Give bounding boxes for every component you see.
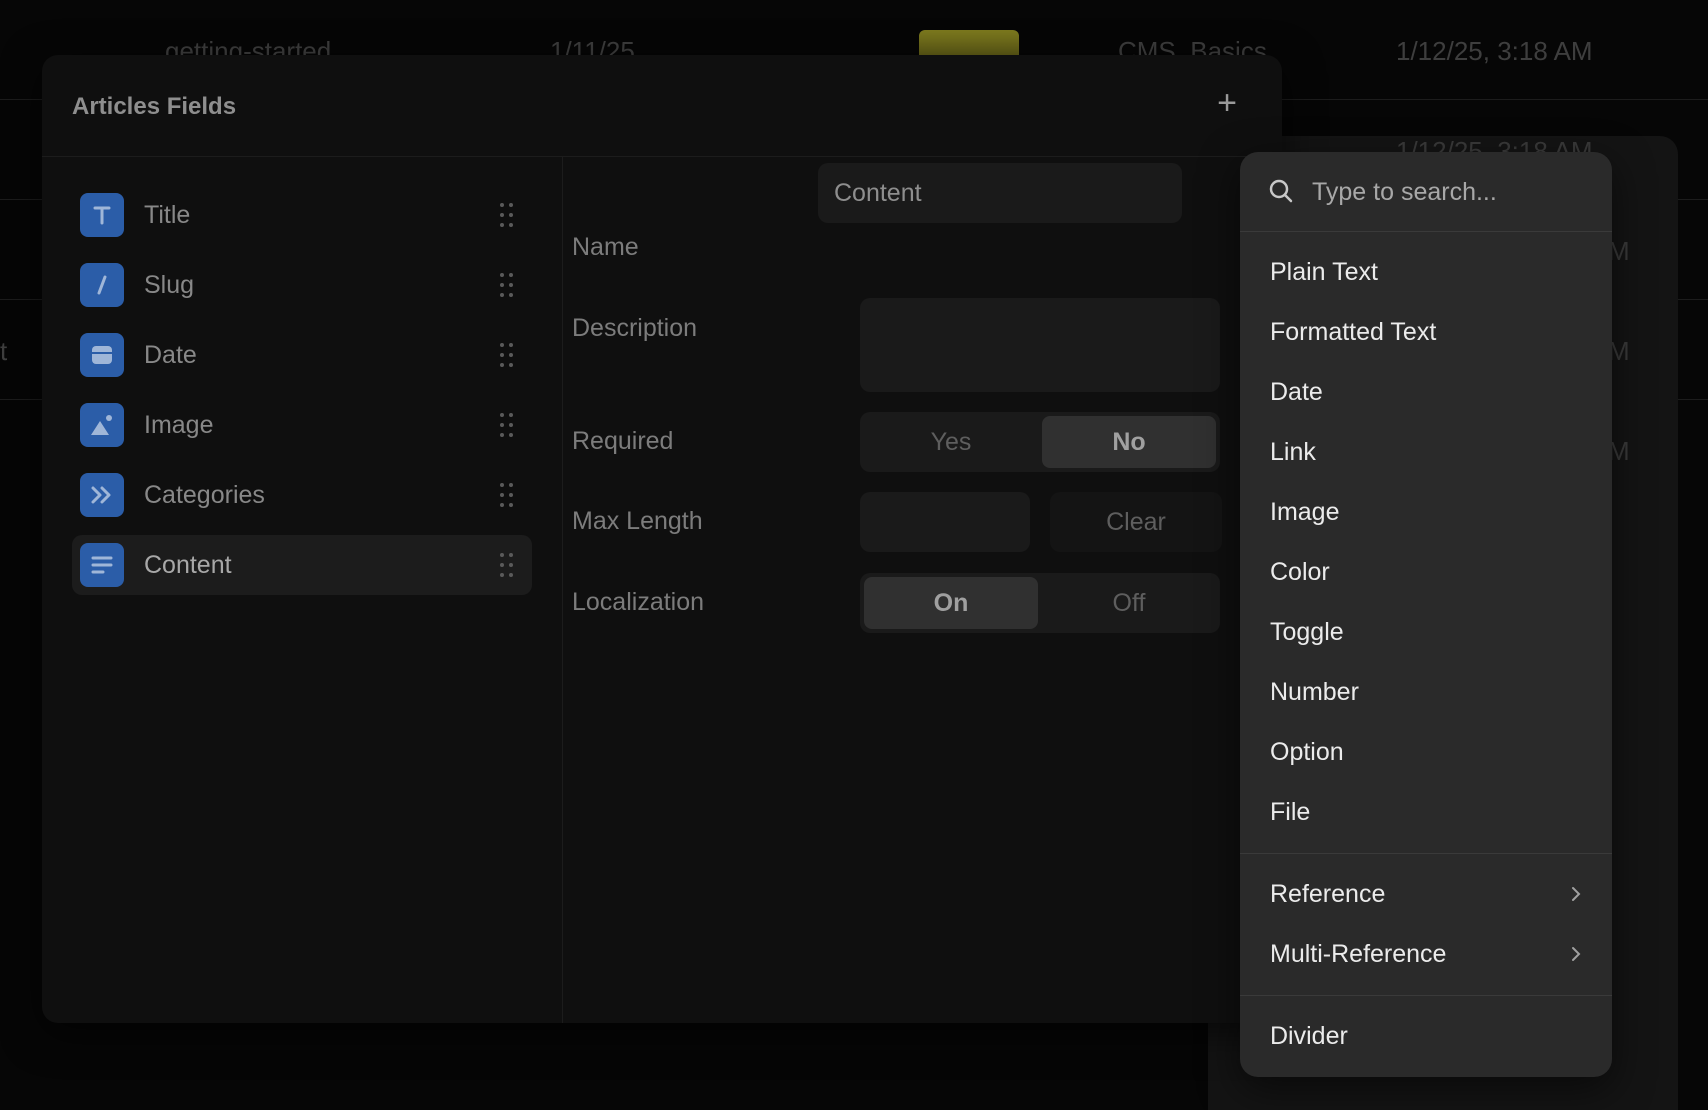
field-item-categories[interactable]: Categories — [72, 465, 532, 525]
slash-icon — [80, 263, 124, 307]
menu-item-file[interactable]: File — [1240, 784, 1612, 840]
drag-handle-icon[interactable] — [500, 343, 514, 367]
field-item-content[interactable]: Content — [72, 535, 532, 595]
menu-item-divider[interactable]: Divider — [1240, 1008, 1612, 1064]
table-cell-fragment: t — [0, 336, 8, 366]
name-input[interactable]: Content — [818, 163, 1182, 223]
field-label: Categories — [144, 481, 265, 509]
required-no-option[interactable]: No — [1042, 416, 1216, 468]
description-label: Description — [572, 314, 698, 342]
field-label: Slug — [144, 271, 195, 299]
field-label: Title — [144, 201, 191, 229]
localization-on-option[interactable]: On — [864, 577, 1038, 629]
chevron-right-icon — [1572, 947, 1581, 961]
drag-handle-icon[interactable] — [500, 413, 514, 437]
name-label: Name — [572, 233, 639, 261]
panel-header: Articles Fields + — [42, 55, 1282, 157]
required-label: Required — [572, 427, 674, 455]
menu-item-plain-text[interactable]: Plain Text — [1240, 244, 1612, 300]
text-t-icon — [80, 193, 124, 237]
dropdown-search — [1240, 152, 1612, 232]
drag-handle-icon[interactable] — [500, 553, 514, 577]
app-stage: getting-started 1/11/25 CMS_Basics 1/12/… — [0, 0, 1708, 1110]
multi-reference-icon — [80, 473, 124, 517]
menu-separator — [1240, 853, 1612, 854]
drag-handle-icon[interactable] — [500, 203, 514, 227]
menu-item-toggle[interactable]: Toggle — [1240, 604, 1612, 660]
table-cell-updated: 1/12/25, 3:18 AM — [1396, 36, 1593, 66]
menu-item-label: Reference — [1270, 879, 1386, 908]
field-item-title[interactable]: Title — [72, 185, 532, 245]
field-label: Content — [144, 551, 232, 579]
menu-item-formatted-text[interactable]: Formatted Text — [1240, 304, 1612, 360]
menu-item-multi-reference[interactable]: Multi-Reference — [1240, 926, 1612, 982]
image-icon — [80, 403, 124, 447]
description-textarea[interactable] — [860, 298, 1220, 392]
max-length-input[interactable] — [860, 492, 1030, 552]
clear-button[interactable]: Clear — [1050, 492, 1222, 552]
calendar-icon — [80, 333, 124, 377]
drag-handle-icon[interactable] — [500, 273, 514, 297]
menu-item-label: Multi-Reference — [1270, 939, 1447, 968]
field-item-image[interactable]: Image — [72, 395, 532, 455]
field-label: Date — [144, 341, 197, 369]
localization-toggle: On Off — [860, 573, 1220, 633]
menu-separator — [1240, 995, 1612, 996]
field-item-date[interactable]: Date — [72, 325, 532, 385]
field-item-slug[interactable]: Slug — [72, 255, 532, 315]
max-length-label: Max Length — [572, 507, 703, 535]
menu-item-image[interactable]: Image — [1240, 484, 1612, 540]
field-label: Image — [144, 411, 214, 439]
menu-item-reference[interactable]: Reference — [1240, 866, 1612, 922]
field-type-dropdown: Plain Text Formatted Text Date Link Imag… — [1240, 152, 1612, 1077]
menu-item-color[interactable]: Color — [1240, 544, 1612, 600]
panel-title: Articles Fields — [72, 93, 237, 120]
formatted-text-icon — [80, 543, 124, 587]
menu-item-option[interactable]: Option — [1240, 724, 1612, 780]
chevron-right-icon — [1572, 887, 1581, 901]
required-yes-option[interactable]: Yes — [864, 416, 1038, 468]
menu-item-link[interactable]: Link — [1240, 424, 1612, 480]
search-icon — [1269, 179, 1293, 203]
panel-divider — [562, 157, 563, 1023]
localization-off-option[interactable]: Off — [1042, 577, 1216, 629]
search-input[interactable] — [1312, 172, 1592, 212]
drag-handle-icon[interactable] — [500, 483, 514, 507]
add-field-button[interactable]: + — [1212, 86, 1242, 120]
menu-item-date[interactable]: Date — [1240, 364, 1612, 420]
localization-label: Localization — [572, 588, 705, 616]
required-toggle: Yes No — [860, 412, 1220, 472]
field-list: Title Slug Date Image Categories Content — [72, 185, 532, 605]
menu-item-number[interactable]: Number — [1240, 664, 1612, 720]
